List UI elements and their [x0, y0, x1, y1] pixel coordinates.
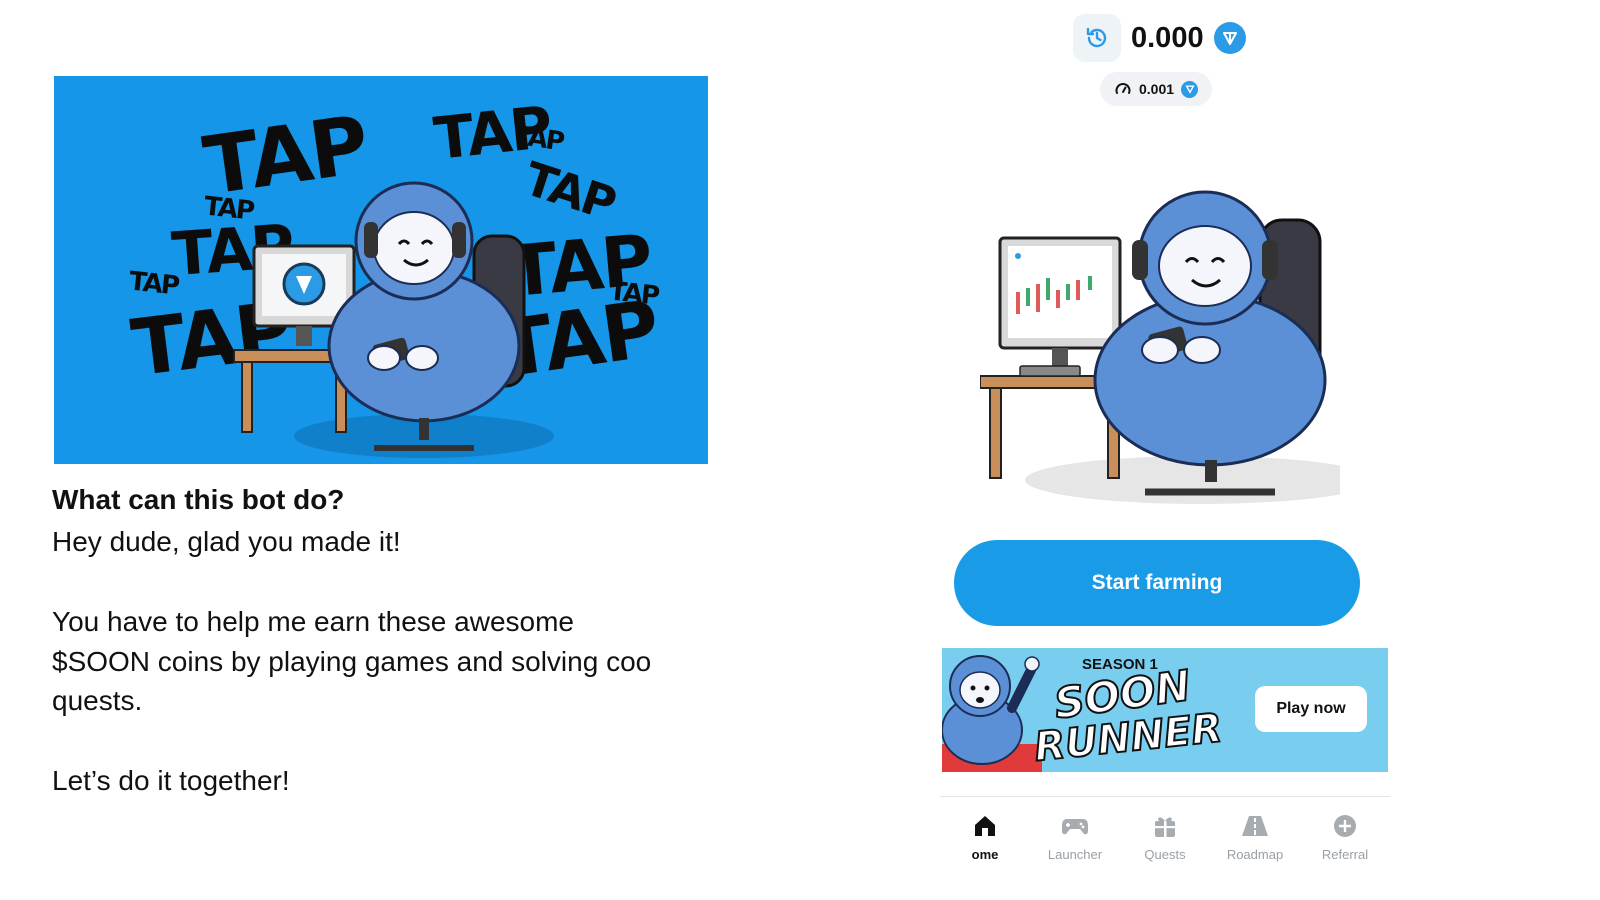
- bot-description-heading: What can this bot do?: [52, 484, 345, 515]
- nav-item-launcher[interactable]: Launcher: [1030, 797, 1120, 877]
- farming-rate-value: 0.001: [1139, 81, 1175, 97]
- balance-value: 0.000: [1131, 21, 1204, 54]
- bottom-nav: ome Launcher Quests Roadmap Referral: [940, 796, 1390, 877]
- nav-item-home[interactable]: ome: [940, 797, 1030, 877]
- nav-item-label: Launcher: [1047, 846, 1103, 862]
- road-icon: [1242, 815, 1268, 836]
- nav-item-quests[interactable]: Quests: [1120, 797, 1210, 877]
- history-button[interactable]: [1073, 14, 1121, 62]
- nav-item-label: Referral: [1321, 846, 1369, 862]
- bot-description-line: Hey dude, glad you made it!: [52, 526, 401, 557]
- history-icon: [1086, 27, 1107, 48]
- mini-app-screen: 0.000 0.001 Start farming SEASON 1 SOON …: [940, 0, 1390, 900]
- bot-description-line: $SOON coins by playing games and solving…: [52, 646, 652, 677]
- tap-word: TAP: [127, 266, 180, 302]
- start-farming-button[interactable]: Start farming: [954, 540, 1360, 626]
- nav-item-roadmap[interactable]: Roadmap: [1210, 797, 1300, 877]
- speedometer-icon: [1115, 83, 1131, 94]
- bot-description-panel: TAP TAP TAP TAP TAP TAP TAP TAP TAP TAP …: [0, 0, 760, 900]
- bot-description-line: quests.: [52, 685, 143, 716]
- nav-item-label: ome: [971, 846, 999, 862]
- gamer-mascot-illustration: [233, 181, 554, 458]
- play-now-button[interactable]: Play now: [1255, 686, 1367, 732]
- bot-description-line: You have to help me earn these awesome: [52, 606, 574, 637]
- soon-runner-banner[interactable]: SEASON 1 SOON RUNNER Play now: [942, 648, 1388, 772]
- bot-description-line: Let’s do it together!: [52, 765, 290, 796]
- bot-hero-image: TAP TAP TAP TAP TAP TAP TAP TAP TAP TAP …: [54, 76, 708, 464]
- nav-item-label: Quests: [1144, 846, 1186, 862]
- home-icon: [975, 815, 995, 836]
- nav-item-referral[interactable]: Referral: [1300, 797, 1390, 877]
- gift-icon: [1155, 816, 1175, 837]
- ton-coin-icon: [1213, 22, 1246, 54]
- nav-item-label: Roadmap: [1226, 846, 1284, 862]
- balance-header: 0.000: [1073, 14, 1246, 62]
- farming-rate-badge: 0.001: [1100, 72, 1213, 106]
- ton-coin-icon: [1181, 80, 1199, 98]
- plus-circle-icon: [1334, 814, 1356, 837]
- gamer-mascot-illustration: [980, 190, 1340, 504]
- gamepad-icon: [1062, 818, 1088, 834]
